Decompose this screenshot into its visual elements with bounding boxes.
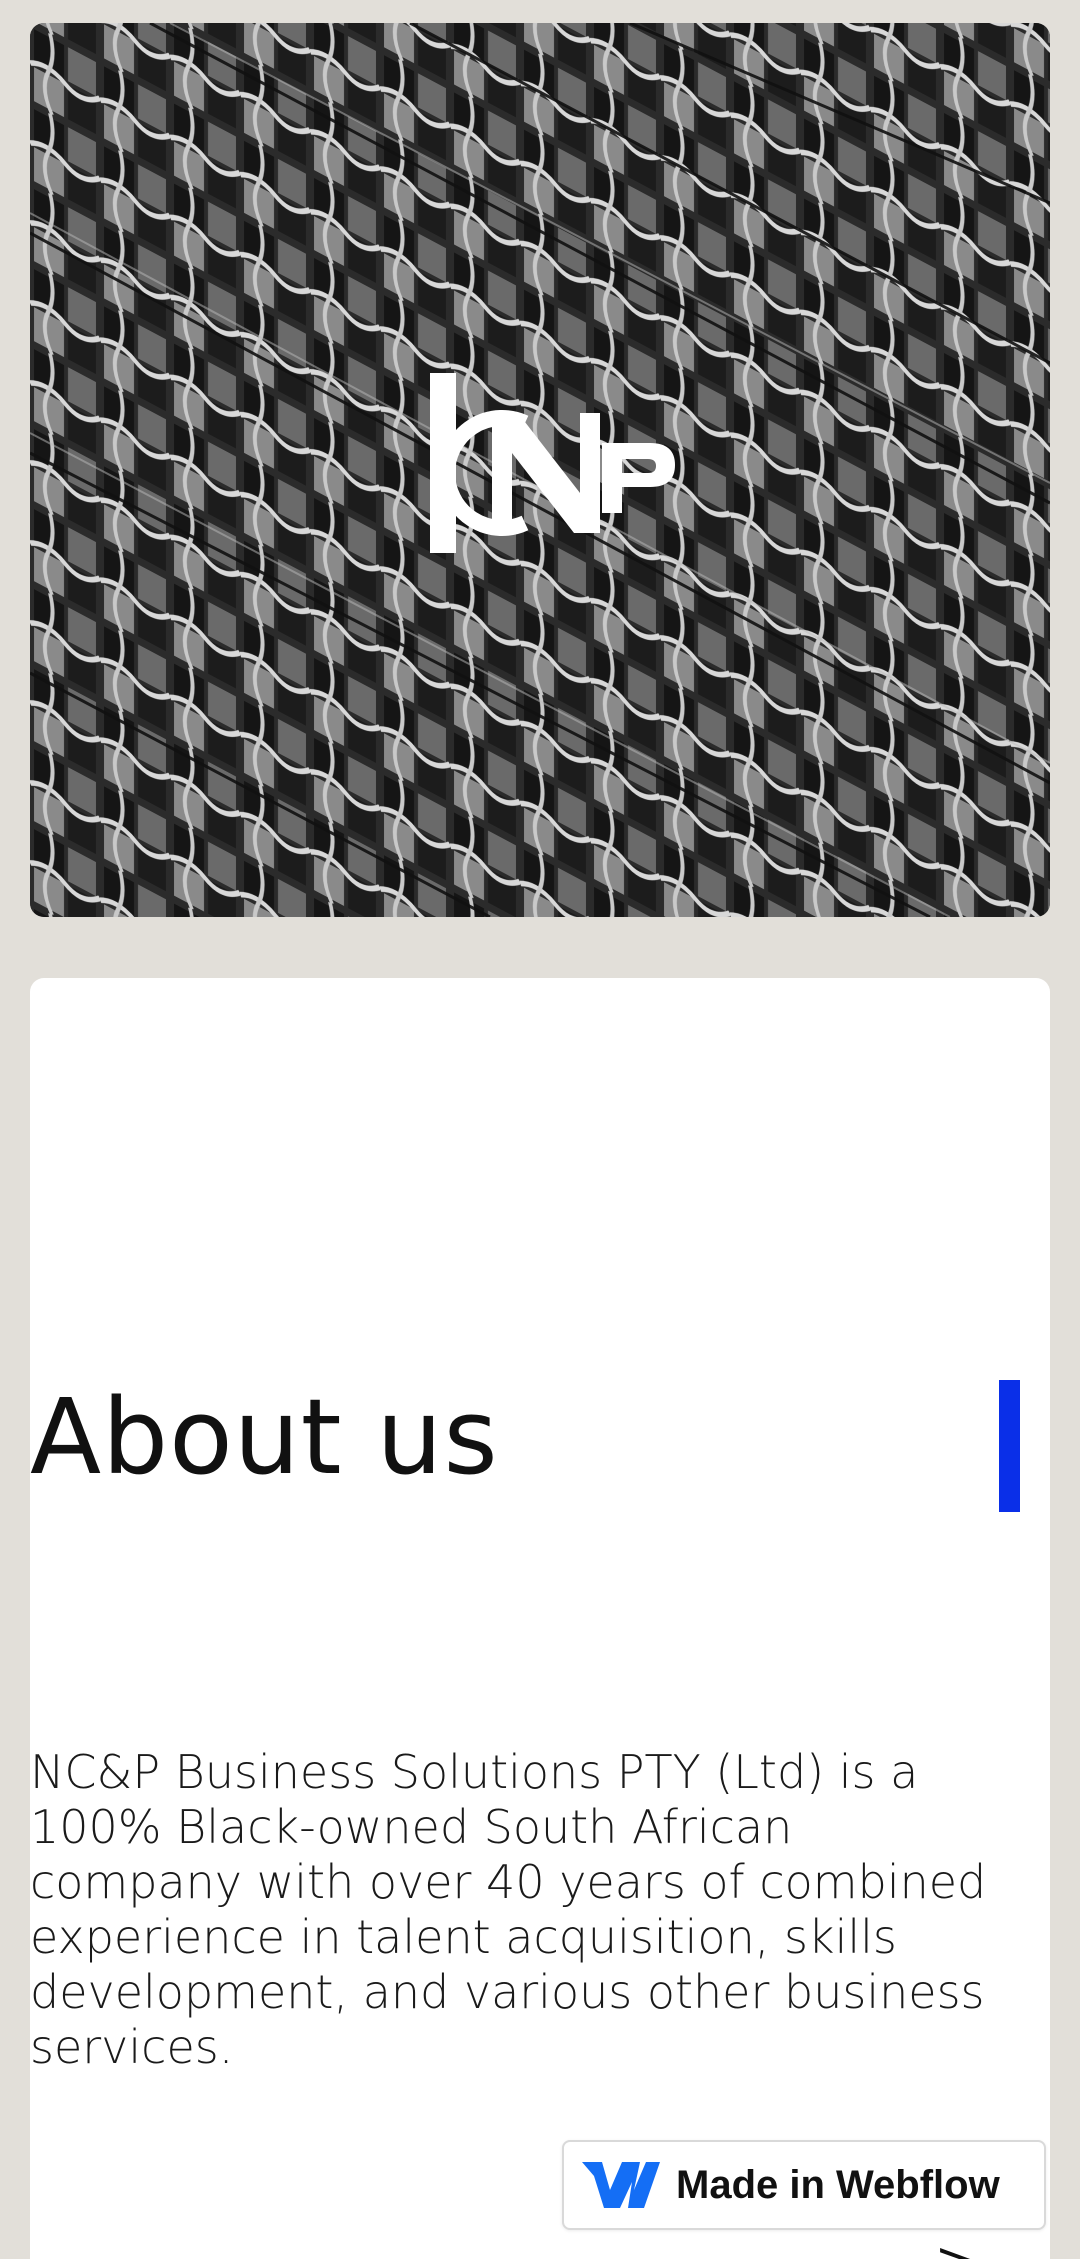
accent-bar <box>999 1380 1020 1512</box>
about-title: About us <box>30 1376 499 1498</box>
made-in-webflow-badge[interactable]: Made in Webflow <box>562 2140 1046 2230</box>
webflow-icon <box>582 2162 660 2208</box>
about-description: NC&P Business Solutions PTY (Ltd) is a 1… <box>30 1745 987 2074</box>
next-arrow-icon[interactable]: > <box>935 2236 975 2259</box>
page: About us NC&P Business Solutions PTY (Lt… <box>0 0 1080 2259</box>
made-in-webflow-label: Made in Webflow <box>676 2162 1000 2207</box>
hero-image <box>30 23 1050 917</box>
ncp-logo <box>430 373 675 553</box>
